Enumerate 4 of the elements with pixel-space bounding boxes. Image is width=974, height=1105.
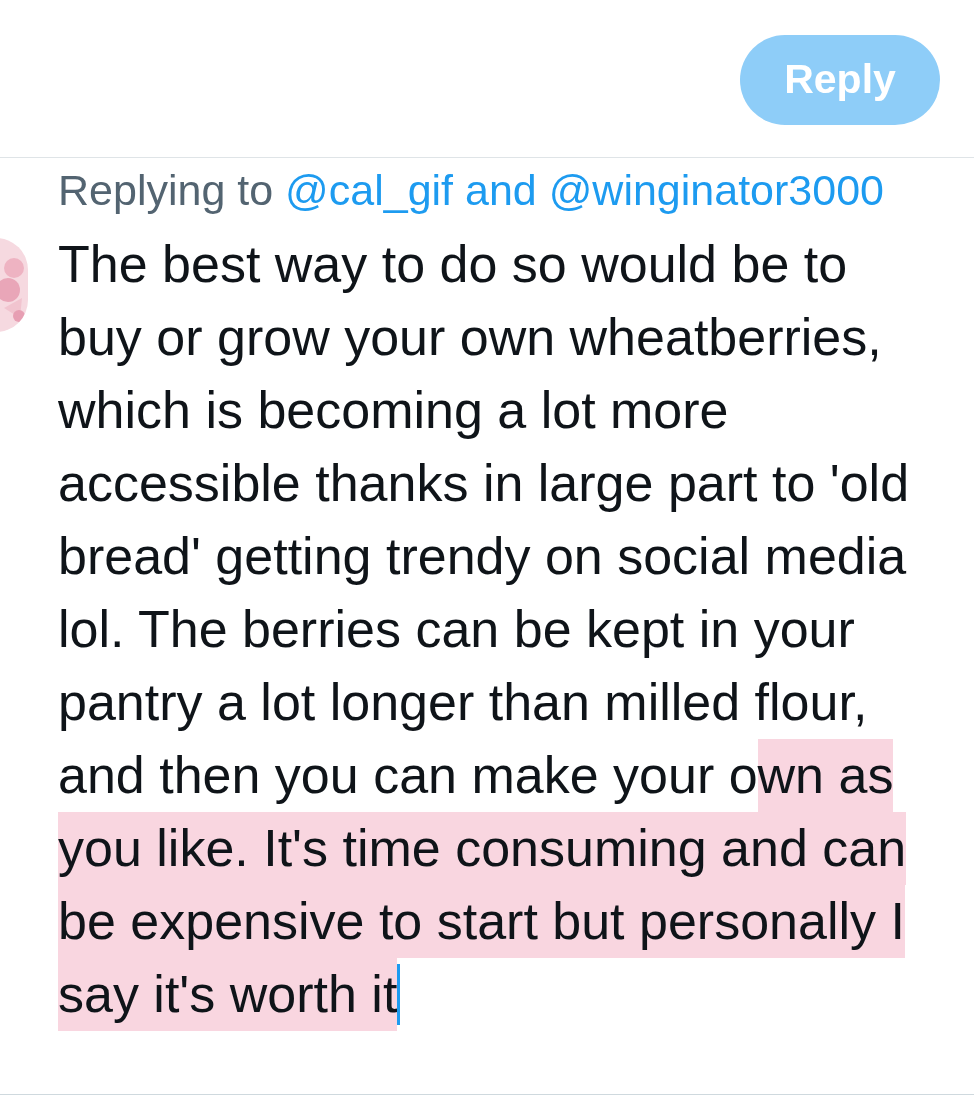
reply-button[interactable]: Reply — [740, 35, 940, 125]
replying-to-label: Replying to — [58, 166, 274, 214]
reply-text-field[interactable]: The best way to do so would be to buy or grow your own wheatberries, which is becoming a lot more accessible thanks in large part to 'old bread' getting trendy on social media lol. The berries can be kept in your pantry a lot longer than milled flour, and then you can make your own as you like. It's time consuming and can be expensive to start but personally I say it's worth it — [58, 228, 948, 1031]
mention-link[interactable]: @cal_gif and @winginator3000 — [285, 166, 884, 214]
